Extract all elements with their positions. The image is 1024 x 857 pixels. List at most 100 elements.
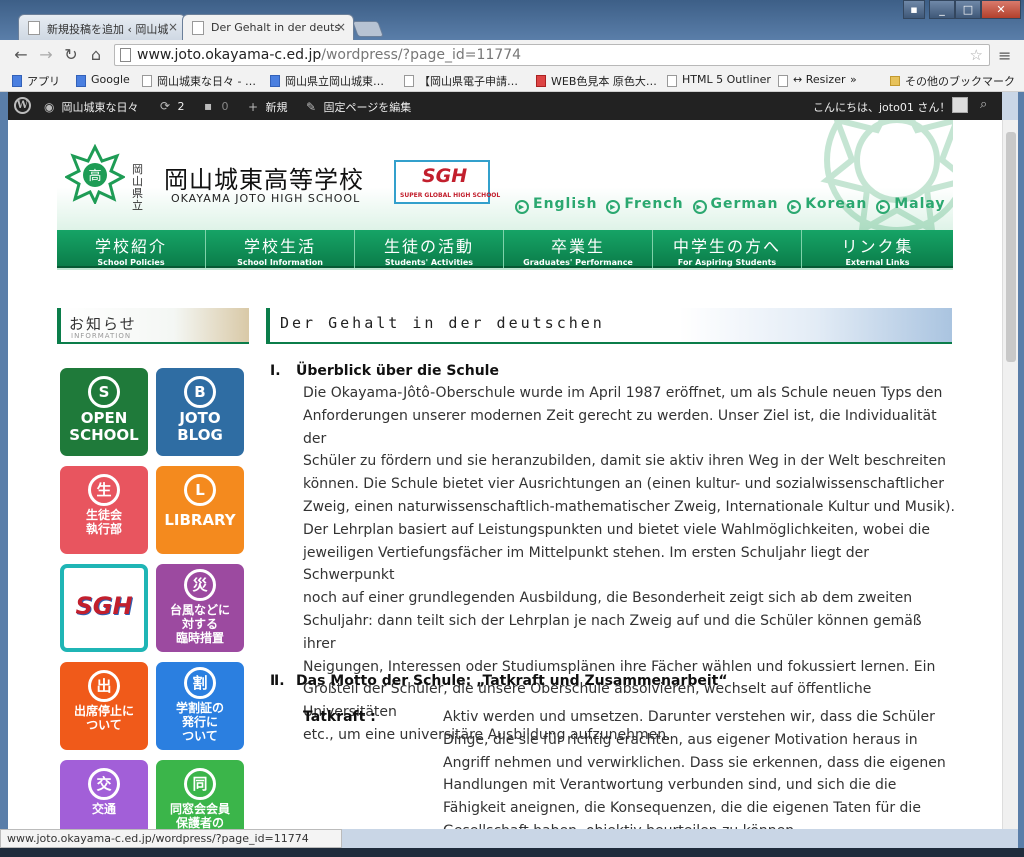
tile-label: 出席停止に [73, 704, 134, 718]
tile-sgh[interactable]: SGH [60, 564, 148, 652]
tab-new-post[interactable]: 新規投稿を追加 ‹ 岡山城 × [18, 14, 186, 40]
bookmark-label: WEB色見本 原色大… [551, 75, 657, 88]
web-page: 高 岡山 県立 岡山城東高等学校 OKAYAMA JOTO HIGH SCHOO… [8, 120, 1002, 829]
reload-icon[interactable]: ↻ [60, 45, 82, 65]
sgh-badge[interactable]: SGH SUPER GLOBAL HIGH SCHOOL [394, 160, 500, 204]
tile-label: OPEN [80, 409, 128, 427]
pref-text: 岡山 [132, 163, 143, 188]
lang-label: German [710, 196, 779, 212]
lang-malay-link[interactable]: ▶ Malay [876, 196, 945, 214]
nav-label: 中学生の方へ [672, 237, 781, 256]
tile-traffic[interactable]: 交 交通 [60, 760, 148, 829]
bookmark-e-application[interactable]: 【岡山県電子申請… [404, 73, 518, 89]
new-content-link[interactable]: + 新規 [248, 99, 288, 115]
tile-label: 臨時措置 [175, 631, 224, 645]
close-window-button[interactable]: ✕ [981, 0, 1021, 19]
nav-external-links[interactable]: リンク集 External Links [802, 230, 953, 268]
taskbar [0, 848, 1024, 857]
close-icon[interactable]: × [336, 20, 346, 34]
edit-label: 固定ページを編集 [323, 101, 412, 114]
school-name[interactable]: 岡山城東高等学校 [164, 160, 364, 195]
text-line: Angriff nehmen und verwirklichen. Dass s… [443, 754, 946, 771]
comments-link[interactable]: ▪ 0 [204, 99, 229, 113]
new-tab-button[interactable] [352, 21, 384, 37]
bookmark-label: 岡山県立岡山城東… [285, 75, 384, 88]
back-arrow-icon[interactable]: ← [10, 45, 32, 65]
bookmark-label: 岡山城東な日々 - … [157, 75, 256, 88]
forward-arrow-icon[interactable]: → [35, 45, 57, 65]
updates-link[interactable]: ⟳ 2 [160, 99, 185, 113]
nav-school-policies[interactable]: 学校紹介 School Policies [57, 230, 206, 268]
nav-school-information[interactable]: 学校生活 School Information [206, 230, 355, 268]
tile-attendance-suspension[interactable]: 出 出席停止に ついて [60, 662, 148, 750]
wordpress-logo-icon[interactable]: W [14, 97, 31, 114]
tab-strip: 新規投稿を追加 ‹ 岡山城 × Der Gehalt in der deuts … [0, 0, 1024, 40]
vertical-scrollbar[interactable] [1002, 120, 1018, 829]
avatar[interactable] [952, 97, 968, 113]
tile-library[interactable]: L LIBRARY [156, 466, 244, 554]
lang-english-link[interactable]: ▶ English [515, 196, 597, 214]
tile-joto-blog[interactable]: B JOTO BLOG [156, 368, 244, 456]
browser-window: 新規投稿を追加 ‹ 岡山城 × Der Gehalt in der deuts … [0, 0, 1024, 857]
news-heading[interactable]: お知らせ INFORMATION [57, 308, 249, 344]
text-line: Schüler zu fördern und sie heranzubilden… [303, 453, 947, 470]
scrollbar-thumb[interactable] [1006, 132, 1016, 362]
bookmark-other[interactable]: その他のブックマーク [890, 73, 1015, 89]
bookmark-google[interactable]: Google [76, 73, 130, 87]
nav-graduates[interactable]: 卒業生 Graduates' Performance [504, 230, 653, 268]
address-bar[interactable]: www.joto.okayama-c.ed.jp/wordpress/?page… [114, 44, 990, 66]
bookmark-web-colors[interactable]: WEB色見本 原色大… [536, 73, 657, 89]
school-emblem-icon[interactable]: 高 [65, 144, 125, 204]
page-icon [120, 48, 131, 62]
lang-german-link[interactable]: ▶ German [692, 196, 779, 214]
section-title: Überblick über die Schule [296, 363, 499, 379]
disaster-icon: 災 [184, 569, 216, 601]
edit-page-link[interactable]: ✎ 固定ページを編集 [306, 99, 411, 115]
tile-alumni[interactable]: 同 同窓会会員 保護者の [156, 760, 244, 829]
lang-korean-link[interactable]: ▶ Korean [787, 196, 867, 214]
lang-french-link[interactable]: ▶ French [606, 196, 683, 214]
bookmark-joto-school[interactable]: 岡山県立岡山城東… [270, 73, 384, 89]
bookmarks-overflow[interactable]: » [850, 73, 857, 86]
url-host: www.joto.okayama-c.ed.jp [137, 47, 322, 63]
nav-label: リンク集 [841, 237, 914, 256]
bookmark-apps[interactable]: アプリ [12, 73, 60, 89]
user-icon[interactable]: ▪ [903, 0, 925, 19]
nav-aspiring-students[interactable]: 中学生の方へ For Aspiring Students [653, 230, 802, 268]
section-heading: Ⅱ. Das Motto der Schule: „Tatkraft und Zu… [270, 670, 728, 693]
tile-label: 交通 [91, 802, 116, 816]
tab-der-gehalt[interactable]: Der Gehalt in der deuts × [182, 14, 354, 40]
text-line: Anforderungen unserer modernen Zeit gere… [303, 407, 937, 447]
menu-icon[interactable]: ≡ [998, 46, 1014, 65]
tile-typhoon-measures[interactable]: 災 台風などに 対する 臨時措置 [156, 564, 244, 652]
lang-label: Malay [894, 196, 946, 212]
tile-open-school[interactable]: S OPEN SCHOOL [60, 368, 148, 456]
user-greeting[interactable]: こんにちは、joto01 さん！ [813, 99, 950, 115]
star-icon[interactable]: ☆ [970, 45, 983, 65]
nav-label: 卒業生 [550, 237, 605, 256]
maximize-button[interactable]: □ [955, 0, 981, 19]
tile-student-council[interactable]: 生 生徒会 執行部 [60, 466, 148, 554]
text-line: können. Die Schule bietet vier Ausrichtu… [303, 476, 945, 493]
language-links: ▶ English ▶ French ▶ German ▶ Korean ▶ Malay [515, 196, 949, 214]
text-line: jeweiligen Vertiefungsfächer im Mittelpu… [303, 544, 869, 584]
tile-student-discount[interactable]: 割 学割証の 発行に ついて [156, 662, 244, 750]
search-icon[interactable]: ⌕ [980, 97, 987, 112]
text-line: Fähigkeit aneignen, die Konsequenzen, di… [443, 800, 921, 817]
arrow-circle-icon: ▶ [876, 200, 891, 214]
sgh-logo-icon: SGH [75, 592, 133, 620]
nav-sublabel: External Links [845, 258, 910, 267]
bookmark-html5-outliner[interactable]: HTML 5 Outliner [667, 73, 771, 87]
close-icon[interactable]: × [168, 20, 178, 34]
tab-title: 新規投稿を追加 ‹ 岡山城 [47, 23, 169, 36]
home-icon[interactable]: ⌂ [85, 45, 107, 65]
nav-students-activities[interactable]: 生徒の活動 Students' Activities [355, 230, 504, 268]
minimize-button[interactable]: _ [929, 0, 955, 19]
bookmark-joto-blog[interactable]: 岡山城東な日々 - … [142, 73, 256, 89]
updates-count: 2 [177, 100, 185, 113]
bookmark-resizer[interactable]: ↔ Resizer [778, 73, 845, 87]
bookmark-label: » [850, 73, 857, 86]
tile-label: 対する [181, 617, 218, 631]
definition-text: Aktiv werden und umsetzen. Darunter vers… [443, 706, 955, 829]
site-name-link[interactable]: ◉ 岡山城東な日々 [44, 99, 139, 115]
